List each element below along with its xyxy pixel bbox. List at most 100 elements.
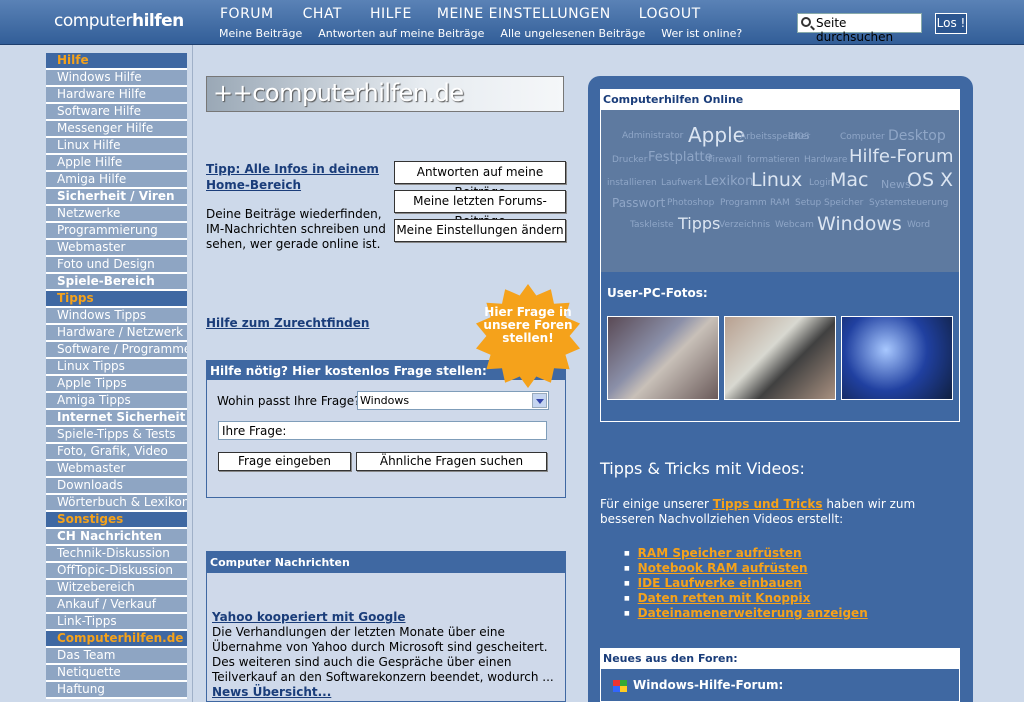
tag-link[interactable]: Firewall bbox=[708, 155, 742, 165]
tag-link[interactable]: Apple bbox=[688, 123, 745, 147]
antworten-button[interactable]: Antworten auf meine Beiträge bbox=[394, 161, 566, 199]
user-photo-3[interactable] bbox=[841, 316, 953, 400]
aehnliche-fragen-button[interactable]: Ähnliche Fragen suchen bbox=[356, 452, 547, 471]
tag-link[interactable]: Passwort bbox=[612, 196, 665, 210]
video-link-notebook-ram[interactable]: Notebook RAM aufrüsten bbox=[624, 561, 868, 576]
subnav-antworten[interactable]: Antworten auf meine Beiträge bbox=[318, 27, 484, 40]
tag-link[interactable]: OS X bbox=[907, 169, 953, 191]
sidebar-item[interactable]: Ankauf / Verkauf bbox=[46, 597, 187, 614]
search-button[interactable]: Los ! bbox=[935, 13, 967, 34]
nav-forum[interactable]: FORUM bbox=[220, 6, 274, 22]
sidebar-section-header[interactable]: Computerhilfen.de bbox=[46, 631, 187, 648]
nav-chat[interactable]: CHAT bbox=[303, 6, 342, 22]
sidebar-item[interactable]: Windows Hilfe bbox=[46, 70, 187, 87]
star-badge-text[interactable]: Hier Frage in unsere Foren stellen! bbox=[476, 306, 580, 345]
sidebar-item[interactable]: Amiga Tipps bbox=[46, 393, 187, 410]
sidebar-item[interactable]: Technik-Diskussion bbox=[46, 546, 187, 563]
nav-meine-einstellungen[interactable]: MEINE EINSTELLUNGEN bbox=[437, 6, 611, 22]
sidebar-item[interactable]: Hardware Hilfe bbox=[46, 87, 187, 104]
user-photo-1[interactable] bbox=[607, 316, 719, 400]
tag-link[interactable]: installieren bbox=[607, 178, 657, 188]
sidebar-item[interactable]: Webmaster bbox=[46, 240, 187, 257]
sidebar-item[interactable]: Spiele-Bereich bbox=[46, 274, 187, 291]
nav-hilfe[interactable]: HILFE bbox=[370, 6, 412, 22]
tipp-link[interactable]: Tipp: Alle Infos in deinem Home-Bereich bbox=[206, 161, 381, 193]
sidebar-section-header[interactable]: Hilfe bbox=[46, 53, 187, 70]
tag-link[interactable]: RAM bbox=[770, 198, 790, 208]
sidebar-item[interactable]: Internet Sicherheit bbox=[46, 410, 187, 427]
tag-link[interactable]: Linux bbox=[751, 169, 802, 191]
sidebar-item[interactable]: Software / Programme bbox=[46, 342, 187, 359]
hilfe-link[interactable]: Hilfe zum Zurechtfinden bbox=[206, 316, 369, 330]
video-link-knoppix[interactable]: Daten retten mit Knoppix bbox=[624, 591, 868, 606]
sidebar-item[interactable]: Webmaster bbox=[46, 461, 187, 478]
tag-link[interactable]: Drucker bbox=[612, 155, 647, 165]
sidebar-item[interactable]: Das Team bbox=[46, 648, 187, 665]
sidebar-item[interactable]: Haftung bbox=[46, 682, 187, 699]
tag-link[interactable]: Webcam bbox=[775, 220, 814, 230]
chevron-down-icon[interactable] bbox=[532, 393, 547, 408]
tag-link[interactable]: Computer bbox=[840, 132, 885, 142]
tag-link[interactable]: Speicher bbox=[824, 198, 863, 208]
tag-link[interactable]: Programm bbox=[720, 198, 767, 208]
windows-forum-item[interactable]: Windows-Hilfe-Forum: bbox=[613, 678, 783, 692]
tag-link[interactable]: Tipps bbox=[678, 214, 720, 233]
sidebar-item[interactable]: Windows Tipps bbox=[46, 308, 187, 325]
sidebar-item[interactable]: Hardware / Netzwerk bbox=[46, 325, 187, 342]
sidebar-item[interactable]: Messenger Hilfe bbox=[46, 121, 187, 138]
sidebar-item[interactable]: Spiele-Tipps & Tests bbox=[46, 427, 187, 444]
tag-link[interactable]: formatieren bbox=[747, 155, 800, 165]
sidebar-item[interactable]: Apple Tipps bbox=[46, 376, 187, 393]
user-photo-2[interactable] bbox=[724, 316, 836, 400]
tag-link[interactable]: Setup bbox=[795, 198, 821, 208]
tag-link[interactable]: Mac bbox=[830, 169, 868, 191]
sidebar-item[interactable]: OffTopic-Diskussion bbox=[46, 563, 187, 580]
sidebar-item[interactable]: Witzebereich bbox=[46, 580, 187, 597]
video-link-dateinamen[interactable]: Dateinamenerweiterung anzeigen bbox=[624, 606, 868, 621]
forum-select[interactable]: Windows bbox=[357, 391, 549, 410]
einstellungen-button[interactable]: Meine Einstellungen ändern bbox=[394, 219, 566, 242]
tag-link[interactable]: Laufwerk bbox=[661, 178, 702, 188]
sidebar-item[interactable]: Foto und Design bbox=[46, 257, 187, 274]
search-input[interactable]: Seite durchsuchen bbox=[797, 13, 922, 44]
sidebar-item[interactable]: Downloads bbox=[46, 478, 187, 495]
video-link-ide[interactable]: IDE Laufwerke einbauen bbox=[624, 576, 868, 591]
sidebar-section-header[interactable]: Tipps bbox=[46, 291, 187, 308]
question-input[interactable]: Ihre Frage: bbox=[218, 421, 547, 440]
tag-link[interactable]: Desktop bbox=[888, 128, 946, 144]
sidebar-item[interactable]: Linux Tipps bbox=[46, 359, 187, 376]
sidebar-item[interactable]: Foto, Grafik, Video bbox=[46, 444, 187, 461]
sidebar-item[interactable]: Sicherheit / Viren bbox=[46, 189, 187, 206]
tag-link[interactable]: Verzeichnis bbox=[719, 220, 770, 230]
tag-link[interactable]: Hardware bbox=[804, 155, 847, 165]
tag-link[interactable]: Hilfe-Forum bbox=[849, 146, 954, 167]
nav-logout[interactable]: LOGOUT bbox=[639, 6, 701, 22]
tag-link[interactable]: Taskleiste bbox=[630, 220, 674, 230]
sidebar-item[interactable]: Software Hilfe bbox=[46, 104, 187, 121]
sidebar-item[interactable]: Apple Hilfe bbox=[46, 155, 187, 172]
sidebar-item[interactable]: Linux Hilfe bbox=[46, 138, 187, 155]
tag-link[interactable]: Administrator bbox=[622, 131, 683, 141]
sidebar-item[interactable]: Wörterbuch & Lexikon bbox=[46, 495, 187, 512]
sidebar-section-header[interactable]: Sonstiges bbox=[46, 512, 187, 529]
subnav-ungelesene[interactable]: Alle ungelesenen Beiträge bbox=[500, 27, 645, 40]
video-link-ram[interactable]: RAM Speicher aufrüsten bbox=[624, 546, 868, 561]
subnav-meine-beitraege[interactable]: Meine Beiträge bbox=[219, 27, 302, 40]
news-headline[interactable]: Yahoo kooperiert mit Google bbox=[212, 610, 405, 624]
forums-beitraege-button[interactable]: Meine letzten Forums-Beiträge bbox=[394, 190, 566, 228]
sidebar-item[interactable]: CH Nachrichten bbox=[46, 529, 187, 546]
sidebar-item[interactable]: Netiquette bbox=[46, 665, 187, 682]
tag-link[interactable]: Windows bbox=[817, 213, 902, 235]
subnav-wer-online[interactable]: Wer ist online? bbox=[661, 27, 742, 40]
sidebar-item[interactable]: Link-Tipps bbox=[46, 614, 187, 631]
news-more-link[interactable]: News Übersicht... bbox=[212, 685, 331, 699]
frage-eingeben-button[interactable]: Frage eingeben bbox=[218, 452, 351, 471]
sidebar-item[interactable]: Amiga Hilfe bbox=[46, 172, 187, 189]
sidebar-item[interactable]: Netzwerke bbox=[46, 206, 187, 223]
tag-link[interactable]: Festplatte bbox=[648, 150, 713, 165]
tag-link[interactable]: BIOS bbox=[788, 132, 810, 142]
tag-link[interactable]: Lexikon bbox=[704, 174, 753, 189]
tag-link[interactable]: Photoshop bbox=[667, 198, 714, 208]
site-logo[interactable]: computerhilfen bbox=[54, 11, 184, 31]
sidebar-item[interactable]: Programmierung bbox=[46, 223, 187, 240]
